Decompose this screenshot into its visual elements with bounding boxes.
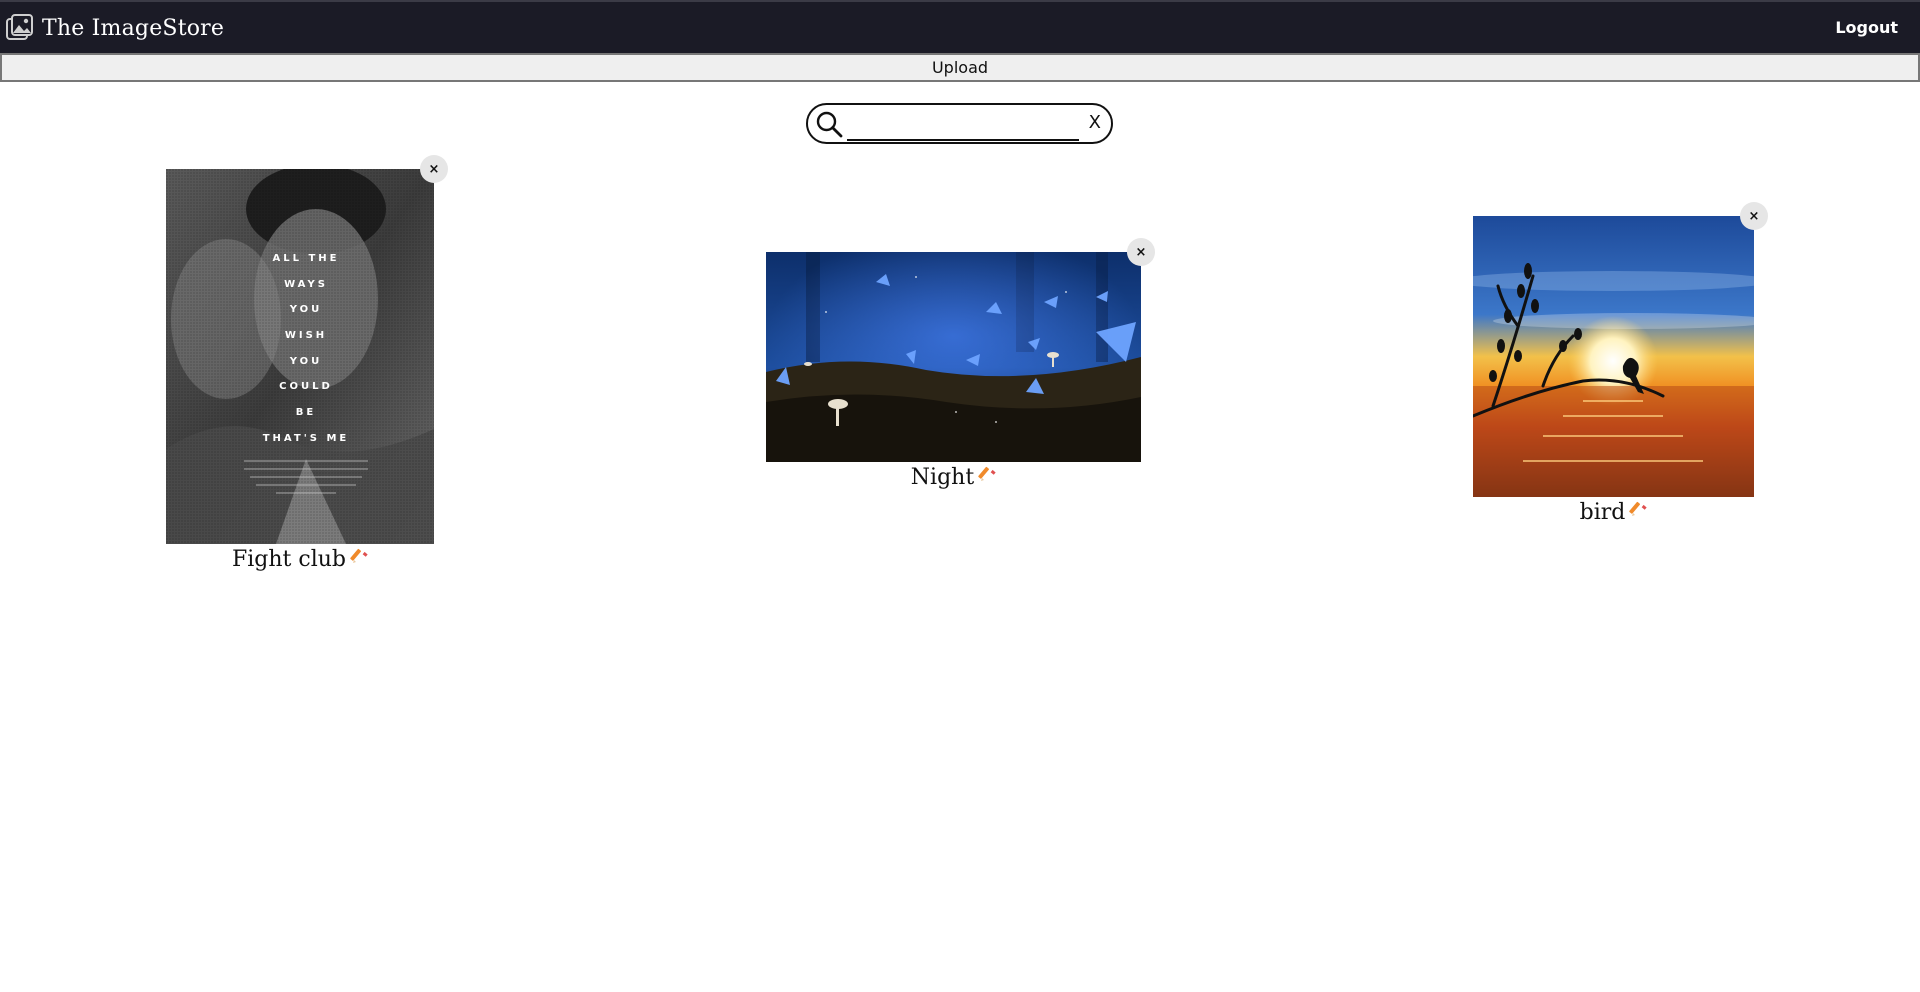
image-title: Fight club [232,547,346,572]
image-card: ALL THE WAYS YOU WISH YOU COULD BE THAT'… [166,155,448,579]
image-title: Night [910,465,975,490]
poster-text-line: COULD [279,381,333,392]
search-bar: X [806,103,1113,144]
image-caption: bird [1473,500,1754,525]
upload-button[interactable]: Upload [0,53,1920,82]
image-card: × Night [766,238,1155,500]
top-navbar: The ImageStore Logout [0,0,1920,53]
image-thumbnail[interactable]: ALL THE WAYS YOU WISH YOU COULD BE THAT'… [166,169,434,544]
brand[interactable]: The ImageStore [5,11,224,45]
delete-image-button[interactable]: × [1740,202,1768,230]
poster-text-line: YOU [289,304,323,315]
image-title: bird [1579,500,1626,525]
delete-image-button[interactable]: × [1127,238,1155,266]
search-clear-button[interactable]: X [1089,112,1101,134]
image-caption: Night [766,465,1141,490]
image-thumbnail[interactable] [766,252,1141,462]
pencil-icon[interactable] [350,548,368,566]
image-card: × bird [1473,202,1768,536]
image-gallery-icon [6,14,33,40]
poster-text-line: WAYS [284,279,328,290]
pencil-icon[interactable] [978,466,996,484]
app-title: The ImageStore [42,15,225,41]
image-caption: Fight club [166,547,434,572]
poster-text-line: THAT'S ME [263,433,350,444]
poster-text-line: BE [296,407,316,418]
image-thumbnail[interactable] [1473,216,1754,497]
poster-text-line: YOU [289,356,323,367]
poster-text-line: WISH [285,330,327,341]
page: The ImageStore Logout Upload X ALL THE W… [0,0,1920,992]
search-input[interactable] [847,107,1079,141]
pencil-icon[interactable] [1629,501,1648,519]
poster-text-line: ALL THE [273,253,340,264]
logout-link[interactable]: Logout [1835,18,1898,37]
delete-image-button[interactable]: × [420,155,448,183]
magnifier-icon [816,111,843,138]
